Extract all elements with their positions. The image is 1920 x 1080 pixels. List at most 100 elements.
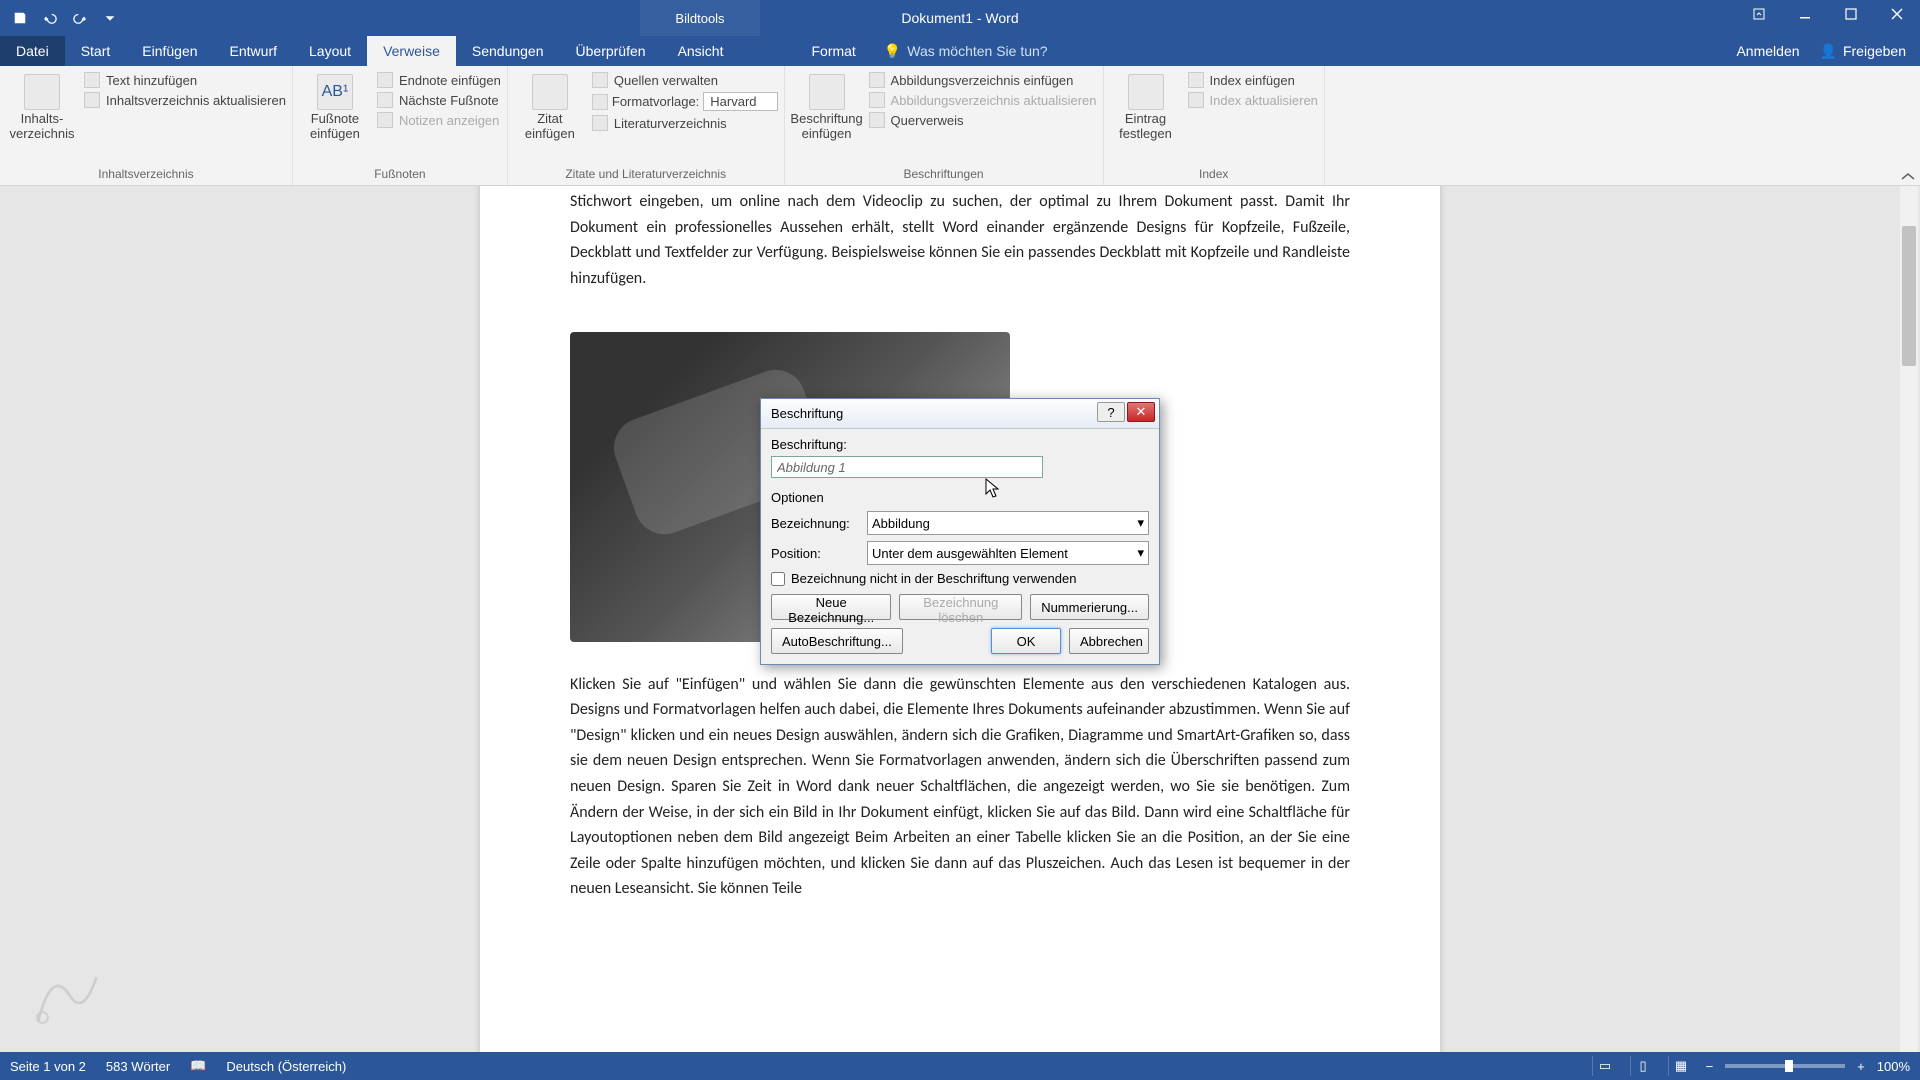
- position-field-label: Position:: [771, 546, 859, 561]
- dialog-title-text: Beschriftung: [771, 406, 843, 421]
- group-zitate: Zitat einfügen Quellen verwalten Formatv…: [508, 66, 785, 185]
- ribbon: Inhalts- verzeichnis Text hinzufügen Inh…: [0, 66, 1920, 186]
- show-notes-icon: [377, 112, 393, 128]
- collapse-ribbon-button[interactable]: [1900, 170, 1916, 184]
- new-label-button[interactable]: Neue Bezeichnung...: [771, 594, 891, 620]
- print-layout-button[interactable]: ▯: [1630, 1056, 1656, 1076]
- options-heading: Optionen: [771, 490, 1149, 505]
- mark-entry-icon: [1128, 74, 1164, 110]
- zoom-slider-handle[interactable]: [1785, 1060, 1793, 1072]
- zoom-slider[interactable]: [1725, 1064, 1845, 1068]
- group-label: Beschriftungen: [791, 165, 1097, 185]
- numbering-button[interactable]: Nummerierung...: [1030, 594, 1149, 620]
- page-indicator[interactable]: Seite 1 von 2: [10, 1059, 86, 1074]
- watermark-icon: [20, 950, 110, 1040]
- exclude-label-text: Bezeichnung nicht in der Beschriftung ve…: [791, 571, 1076, 586]
- next-footnote-button[interactable]: Nächste Fußnote: [377, 92, 501, 108]
- tab-ansicht[interactable]: Ansicht: [662, 36, 740, 66]
- update-tof-button: Abbildungsverzeichnis aktualisieren: [869, 92, 1097, 108]
- ribbon-tabs: Datei Start Einfügen Entwurf Layout Verw…: [0, 36, 1920, 66]
- dialog-help-button[interactable]: ?: [1097, 402, 1125, 422]
- label-dropdown[interactable]: Abbildung ▾: [867, 511, 1149, 535]
- label-field-label: Bezeichnung:: [771, 516, 859, 531]
- save-button[interactable]: [6, 4, 34, 32]
- tab-sendungen[interactable]: Sendungen: [456, 36, 560, 66]
- sign-in-button[interactable]: Anmelden: [1736, 43, 1799, 59]
- contextual-tab-bildtools: Bildtools: [640, 0, 760, 36]
- qat-customize-icon[interactable]: [96, 4, 124, 32]
- word-count[interactable]: 583 Wörter: [106, 1059, 170, 1074]
- tab-start[interactable]: Start: [65, 36, 127, 66]
- paragraph: Klicken Sie auf "Einfügen" und wählen Si…: [570, 672, 1350, 902]
- ok-button[interactable]: OK: [991, 628, 1061, 654]
- caption-text-input[interactable]: [771, 456, 1043, 478]
- endnote-icon: [377, 72, 393, 88]
- mark-entry-button[interactable]: Eintrag festlegen: [1110, 70, 1182, 146]
- minimize-button[interactable]: [1782, 0, 1828, 28]
- tab-einfuegen[interactable]: Einfügen: [126, 36, 213, 66]
- insert-index-button[interactable]: Index einfügen: [1188, 72, 1318, 88]
- tab-format[interactable]: Format: [795, 36, 871, 66]
- insert-caption-button[interactable]: Beschriftung einfügen: [791, 70, 863, 146]
- maximize-button[interactable]: [1828, 0, 1874, 28]
- zoom-level[interactable]: 100%: [1877, 1059, 1910, 1074]
- style-icon: [592, 94, 608, 110]
- spellcheck-icon[interactable]: 📖: [190, 1058, 206, 1074]
- caption-dialog: Beschriftung ? ✕ Beschriftung: Optionen …: [760, 398, 1160, 665]
- tab-verweise[interactable]: Verweise: [367, 36, 456, 66]
- cross-reference-button[interactable]: Querverweis: [869, 112, 1097, 128]
- group-label: Inhaltsverzeichnis: [6, 165, 286, 185]
- citation-icon: [532, 74, 568, 110]
- web-layout-button[interactable]: ▦: [1668, 1056, 1694, 1076]
- tab-datei[interactable]: Datei: [0, 36, 65, 66]
- cancel-button[interactable]: Abbrechen: [1069, 628, 1149, 654]
- zoom-out-button[interactable]: −: [1706, 1059, 1714, 1074]
- autocaption-button[interactable]: AutoBeschriftung...: [771, 628, 903, 654]
- update-tof-icon: [869, 92, 885, 108]
- dialog-close-button[interactable]: ✕: [1127, 402, 1155, 422]
- dialog-titlebar[interactable]: Beschriftung ? ✕: [761, 399, 1159, 429]
- tab-layout[interactable]: Layout: [293, 36, 367, 66]
- insert-footnote-button[interactable]: AB¹ Fußnote einfügen: [299, 70, 371, 146]
- group-label: Fußnoten: [299, 165, 501, 185]
- zoom-in-button[interactable]: +: [1857, 1059, 1865, 1074]
- bibliography-icon: [592, 115, 608, 131]
- manage-sources-button[interactable]: Quellen verwalten: [592, 72, 778, 88]
- caption-icon: [809, 74, 845, 110]
- update-toc-button[interactable]: Inhaltsverzeichnis aktualisieren: [84, 92, 286, 108]
- close-button[interactable]: [1874, 0, 1920, 28]
- group-beschriftungen: Beschriftung einfügen Abbildungsverzeich…: [785, 66, 1104, 185]
- statusbar: Seite 1 von 2 583 Wörter 📖 Deutsch (Öste…: [0, 1052, 1920, 1080]
- group-label: Index: [1110, 165, 1318, 185]
- tab-ueberpruefen[interactable]: Überprüfen: [560, 36, 662, 66]
- exclude-label-checkbox[interactable]: [771, 572, 785, 586]
- language-indicator[interactable]: Deutsch (Österreich): [226, 1059, 346, 1074]
- insert-endnote-button[interactable]: Endnote einfügen: [377, 72, 501, 88]
- group-label: Zitate und Literaturverzeichnis: [514, 165, 778, 185]
- next-footnote-icon: [377, 92, 393, 108]
- quick-access-toolbar: [0, 4, 124, 32]
- citation-style-dropdown[interactable]: Formatvorlage: Harvard: [592, 92, 778, 111]
- vertical-scrollbar[interactable]: [1900, 186, 1918, 1052]
- read-mode-button[interactable]: ▭: [1592, 1056, 1618, 1076]
- undo-button[interactable]: [36, 4, 64, 32]
- lightbulb-icon: 💡: [884, 43, 901, 60]
- add-text-button[interactable]: Text hinzufügen: [84, 72, 286, 88]
- ribbon-display-options[interactable]: [1736, 0, 1782, 28]
- footnote-icon: AB¹: [317, 74, 353, 110]
- window-controls: [1736, 0, 1920, 28]
- share-button[interactable]: 👤Freigeben: [1820, 43, 1906, 60]
- update-toc-icon: [84, 92, 100, 108]
- update-index-icon: [1188, 92, 1204, 108]
- show-notes-button: Notizen anzeigen: [377, 112, 501, 128]
- tab-entwurf[interactable]: Entwurf: [214, 36, 293, 66]
- scrollbar-thumb[interactable]: [1902, 226, 1916, 366]
- document-title: Dokument1 - Word: [901, 10, 1018, 26]
- bibliography-button[interactable]: Literaturverzeichnis: [592, 115, 778, 131]
- insert-tof-button[interactable]: Abbildungsverzeichnis einfügen: [869, 72, 1097, 88]
- position-dropdown[interactable]: Unter dem ausgewählten Element ▾: [867, 541, 1149, 565]
- toc-button[interactable]: Inhalts- verzeichnis: [6, 70, 78, 146]
- redo-button[interactable]: [66, 4, 94, 32]
- tell-me-search[interactable]: 💡 Was möchten Sie tun?: [872, 36, 1048, 66]
- insert-citation-button[interactable]: Zitat einfügen: [514, 70, 586, 146]
